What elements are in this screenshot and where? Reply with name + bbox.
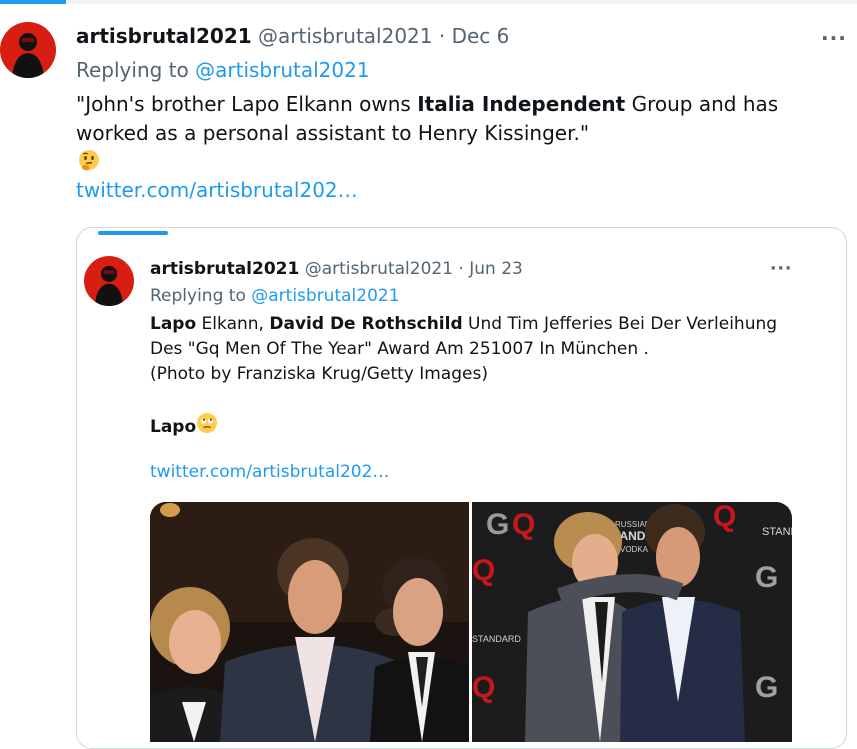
- quoted-replying-to: Replying to @artisbrutal2021: [150, 286, 400, 306]
- avatar[interactable]: [0, 22, 56, 78]
- gq-logo-3: Q: [472, 554, 495, 587]
- photo-divider: [469, 502, 472, 742]
- gq-logo-1: G: [486, 508, 509, 541]
- quoted-link[interactable]: twitter.com/artisbrutal202…: [150, 462, 389, 482]
- photo-left[interactable]: [150, 502, 469, 742]
- gq-logo-7: G: [755, 671, 778, 704]
- top-divider: [0, 0, 857, 4]
- gq-logo-2: Q: [512, 508, 535, 541]
- separator: ·: [438, 24, 446, 48]
- media-grid[interactable]: G Q Q Q STANDARD RUSSIAN STANDARD VODKA …: [150, 502, 792, 742]
- more-options-icon[interactable]: ···: [821, 26, 847, 50]
- quoted-timestamp[interactable]: Jun 23: [469, 259, 523, 279]
- brand-standard-3: STANDARD: [762, 526, 792, 538]
- quoted-display-name[interactable]: artisbrutal2021: [150, 259, 299, 279]
- tweet-text-part1: "John's brother Lapo Elkann owns: [76, 92, 418, 116]
- quoted-bold-2: David De Rothschild: [269, 314, 463, 334]
- brand-vodka-1: VODKA: [620, 545, 649, 554]
- quoted-handle[interactable]: @artisbrutal2021: [305, 259, 453, 279]
- quoted-replying-handle-link[interactable]: @artisbrutal2021: [251, 286, 399, 306]
- quoted-header: artisbrutal2021 @artisbrutal2021 · Jun 2…: [150, 259, 523, 279]
- quoted-text: Lapo Elkann, David De Rothschild Und Tim…: [150, 312, 810, 442]
- replying-to: Replying to @artisbrutal2021: [76, 58, 370, 82]
- tweet-text: "John's brother Lapo Elkann owns Italia …: [76, 90, 836, 182]
- quoted-bold-1: Lapo: [150, 314, 197, 334]
- gq-logo-6: G: [755, 561, 778, 594]
- tweet-header: artisbrutal2021 @artisbrutal2021 · Dec 6: [76, 24, 509, 48]
- quoted-separator: ·: [458, 259, 464, 279]
- replying-prefix: Replying to: [76, 58, 189, 82]
- quoted-text-2: Und Tim Jefferies Bei Der Verleihung: [462, 314, 778, 334]
- quoted-replying-prefix: Replying to: [150, 286, 246, 306]
- timestamp[interactable]: Dec 6: [452, 24, 510, 48]
- quoted-text-1: Elkann,: [196, 314, 270, 334]
- quoted-line-2: Des "Gq Men Of The Year" Award Am 251007…: [150, 339, 649, 359]
- quoted-avatar[interactable]: [84, 256, 134, 306]
- photo-right[interactable]: G Q Q Q STANDARD RUSSIAN STANDARD VODKA …: [472, 502, 792, 742]
- display-name[interactable]: artisbrutal2021: [76, 24, 252, 48]
- gq-logo-5: Q: [713, 502, 736, 533]
- quoted-line-3: (Photo by Franziska Krug/Getty Images): [150, 364, 488, 384]
- brand-standard-1: STANDARD: [472, 634, 521, 644]
- tweet-link[interactable]: twitter.com/artisbrutal202…: [76, 178, 358, 202]
- thinking-face-emoji: [76, 148, 102, 182]
- active-indicator: [0, 0, 66, 4]
- gq-logo-4: Q: [472, 671, 495, 704]
- quote-indicator: [98, 231, 168, 235]
- quoted-line-5-bold: Lapo: [150, 417, 197, 437]
- quoted-more-options-icon[interactable]: ···: [770, 259, 792, 279]
- face-with-rolling-eyes-emoji: [196, 412, 218, 442]
- tweet-text-bold: Italia Independent: [417, 92, 626, 116]
- handle[interactable]: @artisbrutal2021: [258, 24, 432, 48]
- replying-handle-link[interactable]: @artisbrutal2021: [195, 58, 369, 82]
